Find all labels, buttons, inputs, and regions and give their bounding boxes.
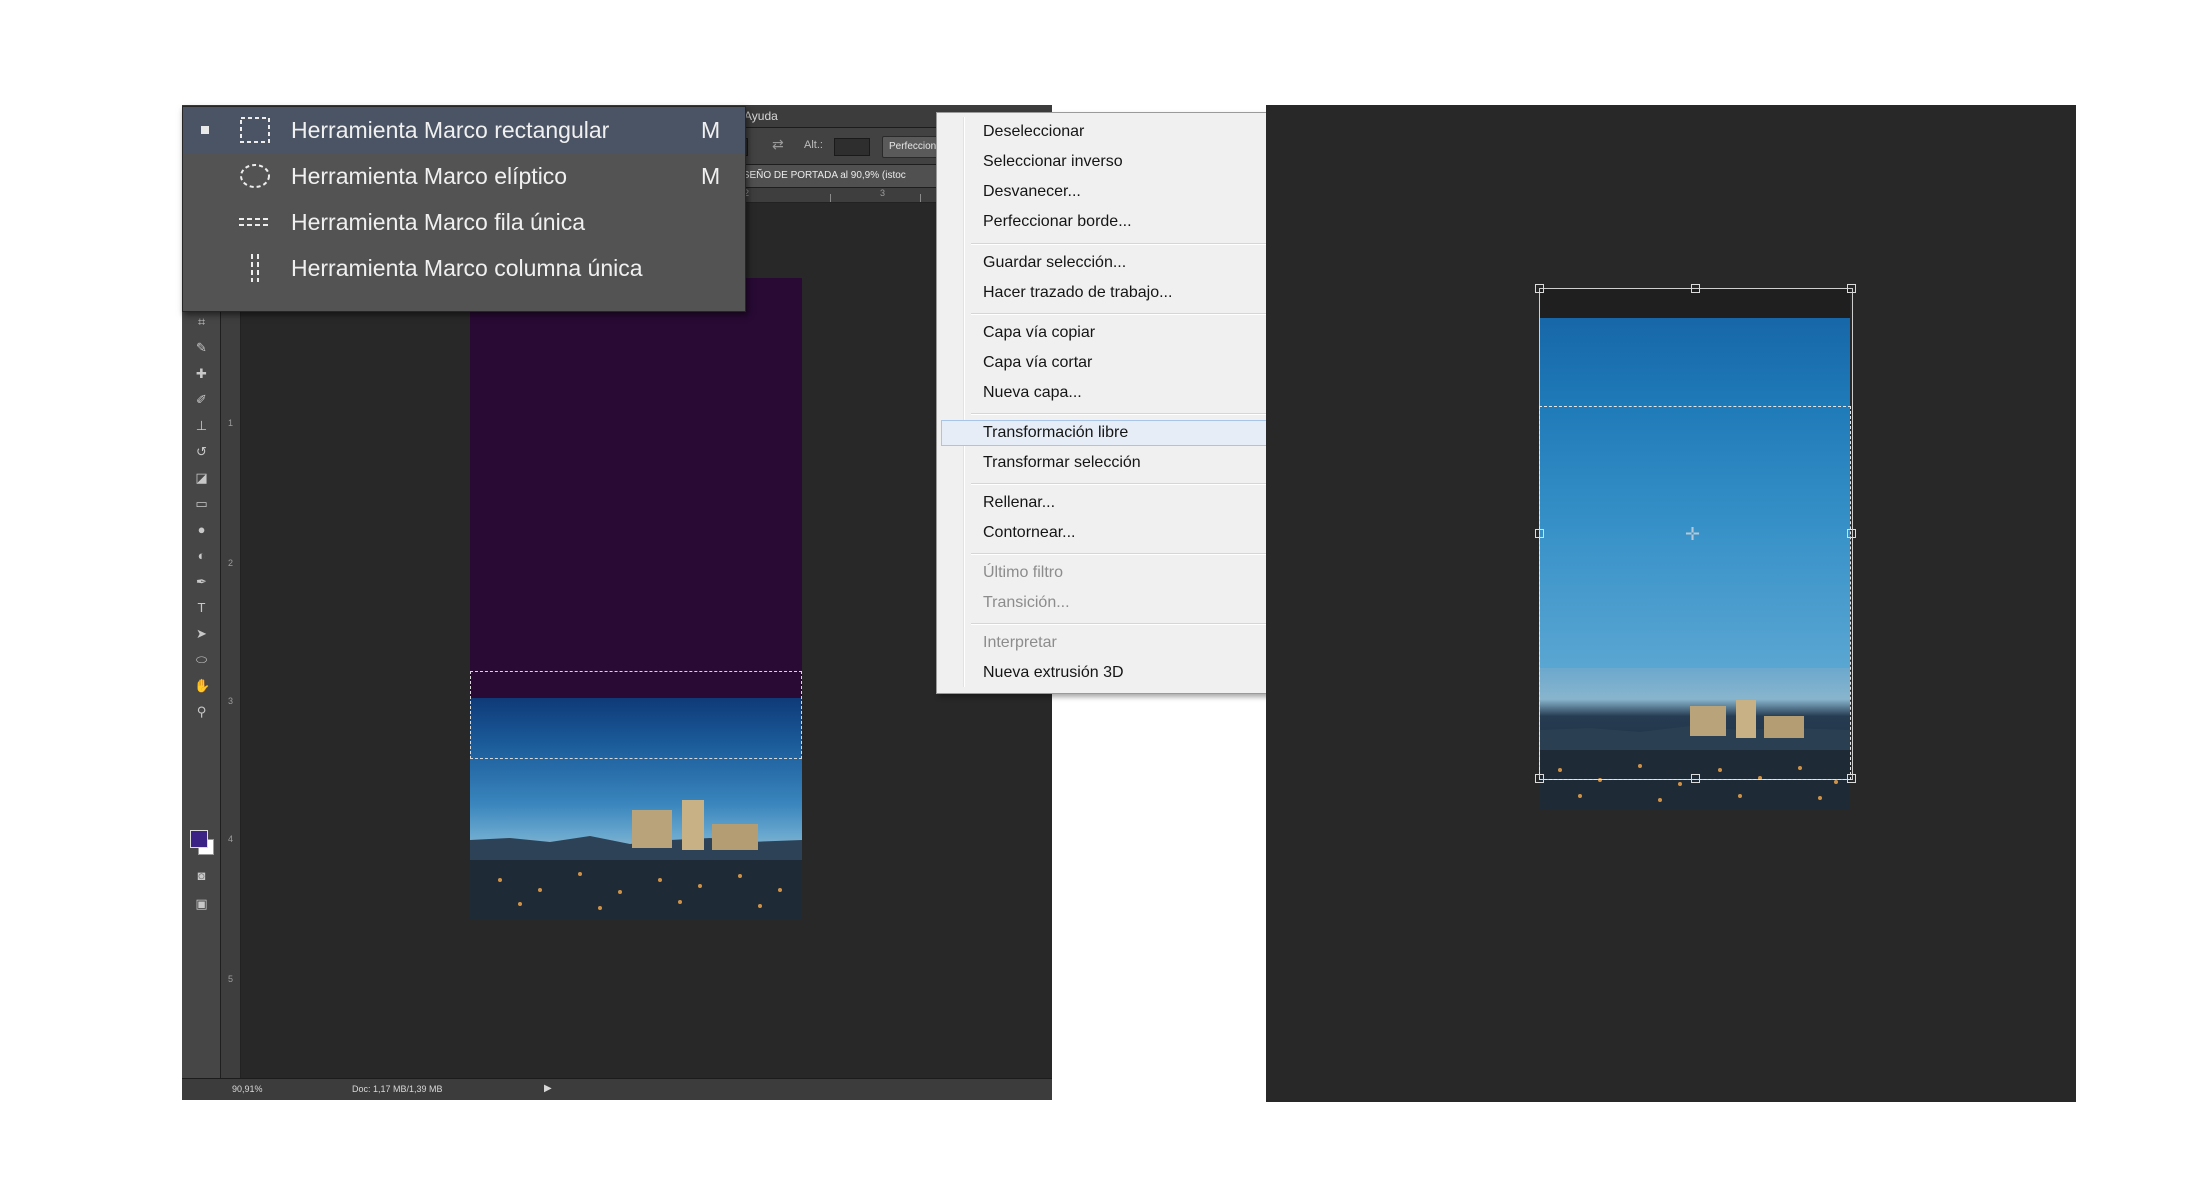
transform-center-crosshair-icon[interactable]: ✛ [1685,525,1700,543]
ruler-number: 4 [228,834,234,844]
menu-item-label: Guardar selección... [983,254,1127,271]
zoom-level[interactable]: 90,91% [232,1084,263,1094]
menu-item-label: Perfeccionar borde... [983,213,1132,230]
menu-item-label: Último filtro [983,564,1064,581]
quick-mask-icon[interactable]: ◙ [194,868,209,883]
menu-item-label: Transformación libre [983,424,1129,441]
screen-mode-icon[interactable]: ▣ [194,896,209,911]
menu-item-label: Nueva extrusión 3D [983,664,1124,681]
eraser-tool-icon[interactable]: ◪ [194,470,209,485]
transform-handle-right[interactable] [1847,529,1856,538]
dodge-tool-icon[interactable]: ◐ [194,548,209,563]
ruler-vertical: 1 2 3 4 5 [220,188,241,1078]
single-row-marquee-icon [239,218,271,226]
menu-item-label: Hacer trazado de trabajo... [983,284,1173,301]
transform-handle-bottom-right[interactable] [1847,774,1856,783]
hand-tool-icon[interactable]: ✋ [194,678,210,693]
ruler-number: 5 [228,974,234,984]
ruler-number: 2 [228,558,234,568]
ellipse-shape-icon[interactable]: ⬭ [194,652,209,667]
flyout-label: Herramienta Marco elíptico [291,163,568,189]
tools-panel: ⌗ ✎ ✚ ✐ ⊥ ↺ ◪ ▭ ● ◐ ✒ T ➤ ⬭ ✋ ⚲ ◙ ▣ [182,188,221,1078]
flyout-label: Herramienta Marco fila única [291,209,586,235]
transform-handle-left[interactable] [1535,529,1544,538]
menu-item-label: Transición... [983,594,1070,611]
transform-handle-top-left[interactable] [1535,284,1544,293]
crop-tool-icon[interactable]: ⌗ [194,314,209,329]
flyout-item-single-row[interactable]: Herramienta Marco fila única [183,199,745,245]
menu-item-label: Interpretar [983,634,1057,651]
document-info: Doc: 1,17 MB/1,39 MB [352,1084,443,1094]
height-label: Alt.: [804,139,823,151]
blur-tool-icon[interactable]: ● [194,522,209,537]
clone-stamp-icon[interactable]: ⊥ [194,418,209,433]
flyout-label: Herramienta Marco rectangular [291,117,610,143]
history-brush-icon[interactable]: ↺ [194,444,209,459]
city-silhouette [470,800,802,920]
menu-item-label: Nueva capa... [983,384,1082,401]
marquee-selection-right[interactable] [1539,406,1851,780]
zoom-tool-icon[interactable]: ⚲ [194,704,209,719]
marquee-selection[interactable] [470,671,802,759]
marquee-tool-flyout: Herramienta Marco rectangular M Herramie… [182,106,746,312]
active-tool-bullet [201,126,209,134]
flyout-item-single-column[interactable]: Herramienta Marco columna única [183,245,745,291]
foreground-color-swatch[interactable] [190,830,208,848]
menu-item-label: Contornear... [983,524,1076,541]
photoshop-canvas-right: ✛ [1266,105,2076,1102]
rect-marquee-icon [240,117,270,143]
menu-item-label: Deseleccionar [983,123,1085,140]
menu-item-label: Desvanecer... [983,183,1081,200]
status-bar: 90,91% Doc: 1,17 MB/1,39 MB ▶ [182,1078,1052,1100]
flyout-label: Herramienta Marco columna única [291,255,643,281]
menu-item-label: Seleccionar inverso [983,153,1123,170]
healing-brush-icon[interactable]: ✚ [194,366,209,381]
ruler-number: 3 [880,188,886,198]
menu-item-label: Transformar selección [983,454,1141,471]
document-title: ISEÑO DE PORTADA al 90,9% (istoc [740,170,906,181]
canvas-purple-area [470,278,802,698]
flyout-shortcut: M [701,163,721,189]
brush-tool-icon[interactable]: ✐ [194,392,209,407]
single-column-marquee-icon [251,254,259,282]
flyout-item-elliptical[interactable]: Herramienta Marco elíptico M [183,153,745,199]
transform-handle-top[interactable] [1691,284,1700,293]
transform-handle-bottom[interactable] [1691,774,1700,783]
transform-handle-top-right[interactable] [1847,284,1856,293]
height-field[interactable] [834,138,870,156]
menu-item-label: Capa vía cortar [983,354,1093,371]
transform-handle-bottom-left[interactable] [1535,774,1544,783]
pen-tool-icon[interactable]: ✒ [194,574,209,589]
menu-item-label: Rellenar... [983,494,1056,511]
swap-dimensions-icon[interactable]: ⇄ [772,136,784,153]
ruler-number: 3 [228,696,234,706]
status-arrow-icon[interactable]: ▶ [544,1083,552,1094]
menu-help[interactable]: Ayuda [744,109,778,123]
flyout-item-rectangular[interactable]: Herramienta Marco rectangular M [183,107,745,153]
gradient-tool-icon[interactable]: ▭ [194,496,209,511]
type-tool-icon[interactable]: T [194,600,209,615]
eyedropper-tool-icon[interactable]: ✎ [194,340,209,355]
flyout-shortcut: M [701,117,721,143]
ellipse-marquee-icon [240,164,270,188]
path-selection-icon[interactable]: ➤ [194,626,209,641]
ruler-number: 1 [228,418,234,428]
menu-item-label: Capa vía copiar [983,324,1096,341]
